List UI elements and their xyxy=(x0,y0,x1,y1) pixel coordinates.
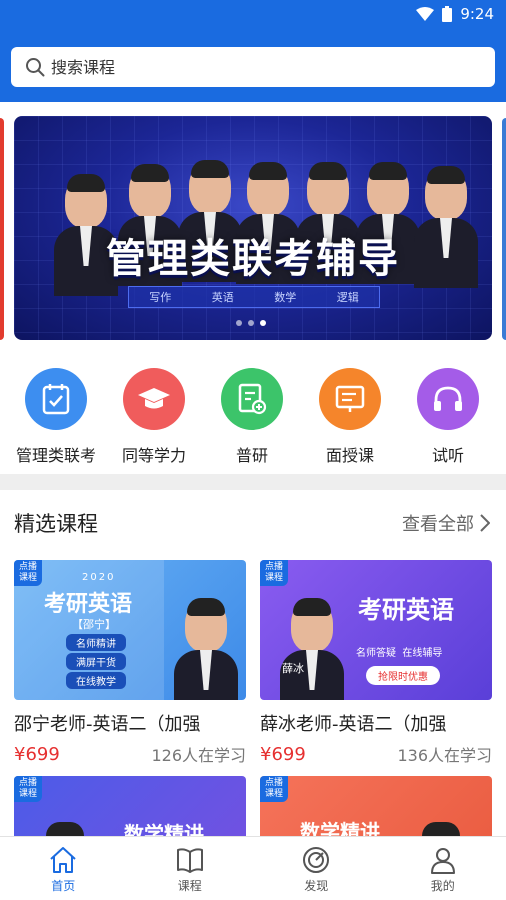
thumb-title: 考研英语 xyxy=(44,592,133,617)
thumb-title: 数学精讲 xyxy=(300,820,380,836)
nav-profile[interactable]: 我的 xyxy=(380,837,506,900)
subject-label: 英语 xyxy=(211,291,234,304)
thumb-promo-button: 抢限时优惠 xyxy=(366,666,440,685)
calendar-check-icon xyxy=(25,368,87,430)
search-icon xyxy=(26,58,45,77)
thumb-teacher: 薛冰 xyxy=(282,662,304,675)
bottom-nav: 首页 课程 发现 我的 xyxy=(0,836,506,900)
category-label: 管理类联考 xyxy=(15,446,96,465)
thumb-year: 2020 xyxy=(82,572,116,583)
compass-icon xyxy=(303,847,330,873)
thumb-line: 名师精讲 xyxy=(66,634,126,651)
thumb-teacher: 【邵宁】 xyxy=(72,618,116,631)
nav-home[interactable]: 首页 xyxy=(0,837,127,900)
next-slide-peek xyxy=(502,118,506,340)
carousel-dot[interactable] xyxy=(248,320,254,326)
nav-label: 我的 xyxy=(430,879,455,893)
course-card[interactable]: 数学精讲 点播课程 xyxy=(14,776,246,836)
category-equivalent-degree[interactable]: 同等学力 xyxy=(104,368,204,466)
battery-icon xyxy=(442,6,453,22)
nav-courses[interactable]: 课程 xyxy=(127,837,254,900)
teacher-photo xyxy=(174,598,238,700)
subject-label: 逻辑 xyxy=(336,291,359,304)
course-name: 薛冰老师-英语二（加强 xyxy=(260,714,447,735)
course-thumbnail: 薛冰 考研英语 名师答疑 在线辅导 抢限时优惠 点播课程 xyxy=(260,560,492,700)
banner-slide[interactable]: 管理类联考辅导 写作 英语 数学 逻辑 xyxy=(14,116,492,340)
view-all-label: 查看全部 xyxy=(402,514,474,535)
vod-badge: 点播课程 xyxy=(14,776,42,802)
nav-label: 课程 xyxy=(177,879,202,893)
section-title: 精选课程 xyxy=(14,512,98,536)
learner-count: 126人在学习 xyxy=(151,746,246,765)
view-all-link[interactable]: 查看全部 xyxy=(402,510,490,536)
thumb-line: 满屏干货 xyxy=(66,653,126,670)
prev-slide-peek xyxy=(0,118,4,340)
vod-badge: 点播课程 xyxy=(260,560,288,586)
course-thumbnail: 数学精讲 点播课程 xyxy=(14,776,246,836)
carousel-dot-active[interactable] xyxy=(260,320,266,326)
book-icon xyxy=(176,848,203,873)
featured-courses-section: 精选课程 查看全部 2020 考研英语 【邵宁】 名师精讲 满屏干货 在线教学 … xyxy=(0,490,506,836)
document-add-icon xyxy=(221,368,283,430)
category-management-exam[interactable]: 管理类联考 xyxy=(6,368,106,466)
banner-subjects: 写作 英语 数学 逻辑 xyxy=(128,286,380,308)
category-in-person[interactable]: 面授课 xyxy=(300,368,400,466)
subject-label: 写作 xyxy=(149,291,172,304)
nav-label: 发现 xyxy=(304,879,329,893)
teacher-photo xyxy=(44,822,86,836)
subject-label: 数学 xyxy=(274,291,297,304)
thumb-subtitle: 名师答疑 在线辅导 xyxy=(356,648,443,659)
course-price: ¥699 xyxy=(260,743,306,765)
category-grid: 管理类联考 同等学力 普研 面授课 试听 xyxy=(0,352,506,474)
thumb-line: 在线教学 xyxy=(66,672,126,689)
vod-badge: 点播课程 xyxy=(260,776,288,802)
category-postgraduate[interactable]: 普研 xyxy=(202,368,302,466)
graduation-cap-icon xyxy=(123,368,185,430)
nav-discover[interactable]: 发现 xyxy=(253,837,380,900)
category-label: 普研 xyxy=(235,446,268,465)
lecture-icon xyxy=(319,368,381,430)
app-header: 9:24 xyxy=(0,0,506,102)
category-label: 面授课 xyxy=(325,446,374,465)
course-thumbnail: 数学精讲 点播课程 xyxy=(260,776,492,836)
category-label: 试听 xyxy=(431,446,464,465)
thumb-title: 数学精讲 xyxy=(124,822,204,836)
vod-badge: 点播课程 xyxy=(14,560,42,586)
search-input[interactable] xyxy=(51,57,451,77)
course-card[interactable]: 2020 考研英语 【邵宁】 名师精讲 满屏干货 在线教学 点播课程 邵宁老师-… xyxy=(14,560,246,766)
user-icon xyxy=(430,848,455,874)
status-time: 9:24 xyxy=(460,5,494,23)
carousel-indicator xyxy=(236,320,266,326)
headphones-icon xyxy=(417,368,479,430)
category-trial[interactable]: 试听 xyxy=(398,368,498,466)
search-box[interactable] xyxy=(11,47,495,87)
banner-title: 管理类联考辅导 xyxy=(106,236,400,282)
course-card[interactable]: 数学精讲 点播课程 xyxy=(260,776,492,836)
category-label: 同等学力 xyxy=(121,446,186,465)
home-icon xyxy=(50,847,76,873)
course-card[interactable]: 薛冰 考研英语 名师答疑 在线辅导 抢限时优惠 点播课程 薛冰老师-英语二（加强… xyxy=(260,560,492,766)
course-name: 邵宁老师-英语二（加强 xyxy=(14,714,201,735)
course-price: ¥699 xyxy=(14,743,60,765)
carousel-dot[interactable] xyxy=(236,320,242,326)
nav-label: 首页 xyxy=(51,879,76,893)
teacher-photo xyxy=(280,598,344,700)
thumb-title: 考研英语 xyxy=(358,596,454,624)
status-bar: 9:24 xyxy=(416,4,494,24)
banner-carousel[interactable]: 管理类联考辅导 写作 英语 数学 逻辑 xyxy=(0,102,506,352)
learner-count: 136人在学习 xyxy=(397,746,492,765)
teacher-photo xyxy=(420,822,462,836)
wifi-icon xyxy=(416,7,435,21)
chevron-right-icon xyxy=(480,514,490,532)
course-thumbnail: 2020 考研英语 【邵宁】 名师精讲 满屏干货 在线教学 点播课程 xyxy=(14,560,246,700)
